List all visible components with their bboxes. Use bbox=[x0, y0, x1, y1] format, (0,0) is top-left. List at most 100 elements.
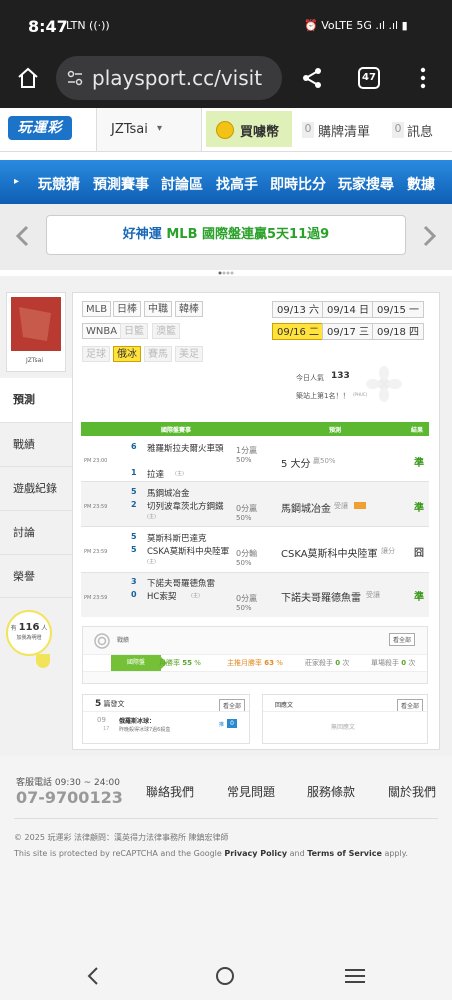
league-npb[interactable]: 日棒 bbox=[113, 301, 141, 317]
user-menu[interactable]: JZTsai bbox=[111, 122, 148, 137]
banner-card[interactable]: 好神運 MLB 國際盤連贏5天11過9 bbox=[46, 215, 406, 255]
copyright: © 2025 玩運彩 法律顧問：漢英得力法律事務所 陳鎮宏律師 bbox=[14, 833, 229, 842]
league-wnba[interactable]: WNBA bbox=[82, 323, 122, 339]
record-more-button[interactable]: 看全部 bbox=[389, 633, 416, 646]
league-nfl[interactable]: 美足 bbox=[175, 346, 203, 362]
record-single: 單場殺手 0 次 bbox=[371, 659, 416, 667]
nav-item-data[interactable]: 數據 bbox=[407, 174, 435, 194]
date-0916[interactable]: 09/16 二 bbox=[272, 323, 324, 340]
tab-count-button[interactable]: 47 bbox=[358, 67, 380, 89]
carousel-dots bbox=[218, 260, 234, 275]
more-menu-icon[interactable] bbox=[418, 66, 428, 90]
record-panel: 戰績 看全部 國際盤 月勝率 55 % 主推月勝率 63 % 莊家殺手 0 次 … bbox=[82, 626, 428, 684]
league-cpbl[interactable]: 中職 bbox=[144, 301, 172, 317]
status-icons-left: LTN ((·)) bbox=[66, 19, 110, 32]
table-row: PM 23:59 5 馬鋼城冶金 2 切列波韋茨北方鋼鐵 (主) 0分贏 50%… bbox=[81, 482, 429, 527]
nav-item-player-search[interactable]: 玩家搜尋 bbox=[338, 174, 394, 194]
site-logo[interactable]: 玩運彩 bbox=[8, 116, 72, 140]
league-soccer[interactable]: 足球 bbox=[82, 346, 110, 362]
messages-link[interactable]: 訊息 bbox=[407, 121, 433, 140]
nav-scroll-arrow-icon: ▸ bbox=[14, 176, 20, 187]
side-item-predict[interactable]: 預測 bbox=[0, 378, 72, 422]
date-0917[interactable]: 09/17 三 bbox=[322, 323, 374, 340]
back-icon[interactable] bbox=[86, 966, 100, 986]
site-settings-icon[interactable] bbox=[66, 69, 84, 87]
result-win: 準 bbox=[414, 503, 424, 514]
promo-banner: 好神運 MLB 國際盤連贏5天11過9 bbox=[0, 204, 452, 275]
post-title-link[interactable]: 俄羅斯冰球： bbox=[119, 716, 155, 725]
flower-decoration-icon bbox=[366, 366, 402, 402]
buy-coins-button[interactable]: 買噱幣 bbox=[206, 111, 292, 147]
caret-down-icon[interactable]: ▾ bbox=[157, 123, 162, 134]
status-icons-right: ⏰ VoLTE 5G .ıl .ıl ▮ bbox=[304, 19, 408, 32]
site-header: 玩運彩 JZTsai ▾ 買噱幣 0 購牌清單 0 訊息 bbox=[0, 108, 452, 152]
league-khl[interactable]: 俄冰 bbox=[113, 346, 141, 362]
popularity-rank: 築站上第1名！！ bbox=[296, 392, 350, 400]
recents-icon[interactable] bbox=[344, 968, 366, 984]
nav-item-live-scores[interactable]: 即時比分 bbox=[270, 174, 326, 194]
popularity-value: 133 bbox=[331, 371, 350, 381]
popularity-label: 今日人氣 bbox=[296, 374, 324, 382]
league-nbl[interactable]: 澳籃 bbox=[152, 323, 180, 339]
support-phone[interactable]: 07-9700123 bbox=[16, 788, 123, 807]
record-kill: 莊家殺手 0 次 bbox=[305, 659, 350, 667]
msg-count-badge: 0 bbox=[392, 122, 404, 138]
league-horse[interactable]: 賽馬 bbox=[144, 346, 172, 362]
date-0915[interactable]: 09/15 一 bbox=[372, 301, 424, 318]
record-title: 戰績 bbox=[117, 637, 130, 644]
side-item-record[interactable]: 戰績 bbox=[0, 422, 72, 466]
record-month: 月勝率 55 % bbox=[159, 659, 201, 667]
url-bar[interactable]: playsport.cc/visit bbox=[56, 56, 282, 100]
share-icon[interactable] bbox=[300, 66, 324, 90]
cart-count-badge: 0 bbox=[302, 122, 314, 138]
side-item-honor[interactable]: 榮譽 bbox=[0, 554, 72, 598]
cart-link[interactable]: 購牌清單 bbox=[318, 121, 370, 140]
replies-empty: 無回應文 bbox=[331, 724, 356, 731]
side-item-discussion[interactable]: 討論 bbox=[0, 510, 72, 554]
replies-panel: 回應文 看全部 無回應文 bbox=[262, 694, 428, 744]
nav-item-guess[interactable]: 玩競猜 bbox=[38, 174, 80, 194]
footer-link-terms[interactable]: 服務條款 bbox=[307, 783, 355, 800]
fans-bulb[interactable]: 有 116 人 加我為明燈 bbox=[6, 610, 52, 656]
recaptcha-notice: This site is protected by reCAPTCHA and … bbox=[14, 849, 408, 858]
footer-link-faq[interactable]: 常見問題 bbox=[227, 783, 275, 800]
fans-count: 116 bbox=[18, 622, 40, 633]
status-time: 8:47 bbox=[28, 17, 68, 36]
col-header-pick: 預測 bbox=[329, 427, 342, 434]
home-icon[interactable] bbox=[16, 66, 40, 90]
date-0913[interactable]: 09/13 六 bbox=[272, 301, 324, 318]
main-nav: ▸ 玩競猜 預測賽事 討論區 找高手 即時比分 玩家搜尋 數據 bbox=[0, 160, 452, 204]
support-hours: 客服電話 09:30 ~ 24:00 bbox=[16, 778, 120, 788]
table-row: PM 23:59 5 莫斯科斯巴達克 5 CSKA莫斯科中央陸軍 (主) 0分輸… bbox=[81, 527, 429, 573]
record-home: 主推月勝率 63 % bbox=[227, 659, 283, 667]
predict-table-header: 國際盤賽事 預測 結果 bbox=[81, 422, 429, 436]
league-mlb[interactable]: MLB bbox=[82, 301, 112, 317]
home-circle-icon[interactable] bbox=[215, 966, 235, 986]
nav-item-experts[interactable]: 找高手 bbox=[216, 174, 258, 194]
avatar[interactable] bbox=[11, 297, 61, 351]
posts-panel: 5 篇發文 看全部 09 17 俄羅斯冰球： 昨晚殺得冰球7過6殺盒 推 0 bbox=[82, 694, 250, 744]
side-item-game-log[interactable]: 遊戲紀錄 bbox=[0, 466, 72, 510]
url-text: playsport.cc/visit bbox=[92, 66, 263, 90]
league-jbasket[interactable]: 日籃 bbox=[120, 323, 148, 339]
date-0918[interactable]: 09/18 四 bbox=[372, 323, 424, 340]
result-win: 準 bbox=[414, 458, 424, 469]
league-kbo[interactable]: 韓棒 bbox=[175, 301, 203, 317]
bulb-base-icon bbox=[36, 654, 50, 668]
chevron-right-icon[interactable] bbox=[422, 225, 438, 247]
date-0914[interactable]: 09/14 日 bbox=[322, 301, 374, 318]
profile-name: JZTsai bbox=[26, 357, 44, 364]
nav-item-predict[interactable]: 預測賽事 bbox=[93, 174, 149, 194]
col-header-result: 結果 bbox=[411, 427, 424, 434]
terms-of-service-link[interactable]: Terms of Service bbox=[307, 849, 382, 858]
nav-item-forum[interactable]: 討論區 bbox=[161, 174, 203, 194]
footer-link-about[interactable]: 關於我們 bbox=[388, 783, 436, 800]
browser-toolbar: playsport.cc/visit 47 bbox=[0, 52, 452, 108]
posts-count: 5 bbox=[95, 699, 102, 709]
table-row: PM 23:00 6 雅羅斯拉夫爾火車頭 1 拉達 (主) 1分贏 50% 5 … bbox=[81, 436, 429, 482]
footer-link-contact[interactable]: 聯絡我們 bbox=[146, 783, 194, 800]
privacy-policy-link[interactable]: Privacy Policy bbox=[224, 849, 287, 858]
chevron-left-icon[interactable] bbox=[14, 225, 30, 247]
record-tag: 國際盤 bbox=[111, 655, 161, 671]
coin-icon bbox=[216, 121, 234, 139]
